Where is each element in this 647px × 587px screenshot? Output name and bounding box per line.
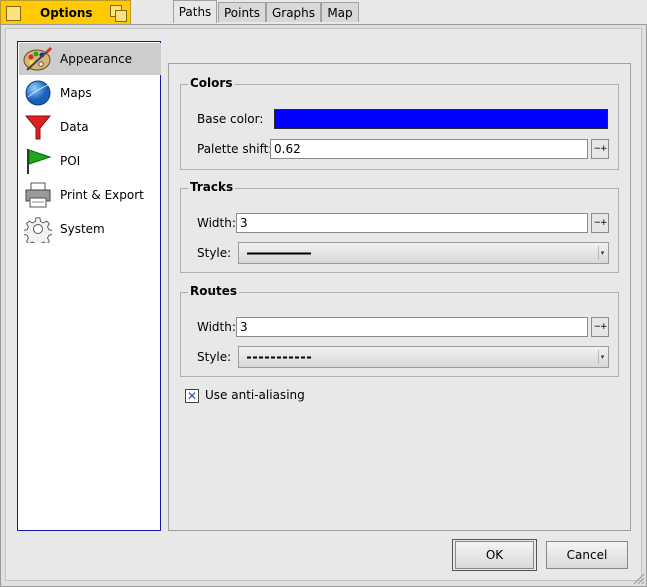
sidebar-item-label: Data [60,120,89,134]
cancel-button[interactable]: Cancel [546,541,628,569]
routes-style-select[interactable]: ▾ [238,346,609,368]
sidebar-item-print-export[interactable]: Print & Export [19,179,161,211]
antialiasing-label: Use anti-aliasing [205,388,305,402]
tab-points[interactable]: Points [218,2,266,22]
antialiasing-checkbox[interactable]: ✕ [185,389,199,403]
resize-grip-icon[interactable] [631,571,645,585]
sidebar-item-label: Maps [60,86,92,100]
tracks-width-input[interactable]: 3 [236,213,588,233]
tab-map[interactable]: Map [321,2,359,22]
routes-width-input[interactable]: 3 [236,317,588,337]
globe-icon [23,78,53,108]
zoom-icon[interactable] [110,5,127,22]
routes-group-title: Routes [188,284,240,298]
window-title-tab[interactable]: Options [0,0,131,25]
colors-group-title: Colors [188,76,235,90]
sidebar-item-appearance[interactable]: Appearance [19,43,161,75]
sidebar-item-label: Appearance [60,52,133,66]
palette-shift-label: Palette shift: [197,142,273,156]
palette-icon [23,44,53,74]
category-list[interactable]: Appearance Maps Data POI Print & Export … [17,41,161,531]
tab-paths[interactable]: Paths [173,0,217,23]
palette-shift-input[interactable]: 0.62 [270,139,588,159]
tracks-width-stepper[interactable]: −+ [591,213,609,233]
palette-shift-stepper[interactable]: −+ [591,139,609,159]
sidebar-item-system[interactable]: System [19,213,161,245]
window-title: Options [40,6,93,20]
solid-line-sample [247,252,311,255]
sidebar-item-data[interactable]: Data [19,111,161,143]
sidebar-item-label: POI [60,154,81,168]
sidebar-item-maps[interactable]: Maps [19,77,161,109]
chevron-down-icon: ▾ [598,246,606,260]
routes-width-stepper[interactable]: −+ [591,317,609,337]
printer-icon [23,180,53,210]
routes-style-label: Style: [197,350,232,364]
sidebar-item-label: Print & Export [60,188,144,202]
tracks-style-select[interactable]: ▾ [238,242,609,264]
ok-button[interactable]: OK [455,541,534,569]
tracks-width-label: Width: [197,216,236,230]
sidebar-item-label: System [60,222,105,236]
sidebar-item-poi[interactable]: POI [19,145,161,177]
routes-width-label: Width: [197,320,236,334]
flag-icon [23,146,53,176]
dashed-line-sample [247,356,311,359]
funnel-icon [23,112,53,142]
close-icon[interactable] [6,6,21,21]
base-color-label: Base color: [197,112,264,126]
gear-icon [23,214,53,244]
tracks-style-label: Style: [197,246,232,260]
base-color-button[interactable] [274,109,608,129]
tab-graphs[interactable]: Graphs [266,2,321,22]
tracks-group-title: Tracks [188,180,236,194]
chevron-down-icon: ▾ [598,350,606,364]
